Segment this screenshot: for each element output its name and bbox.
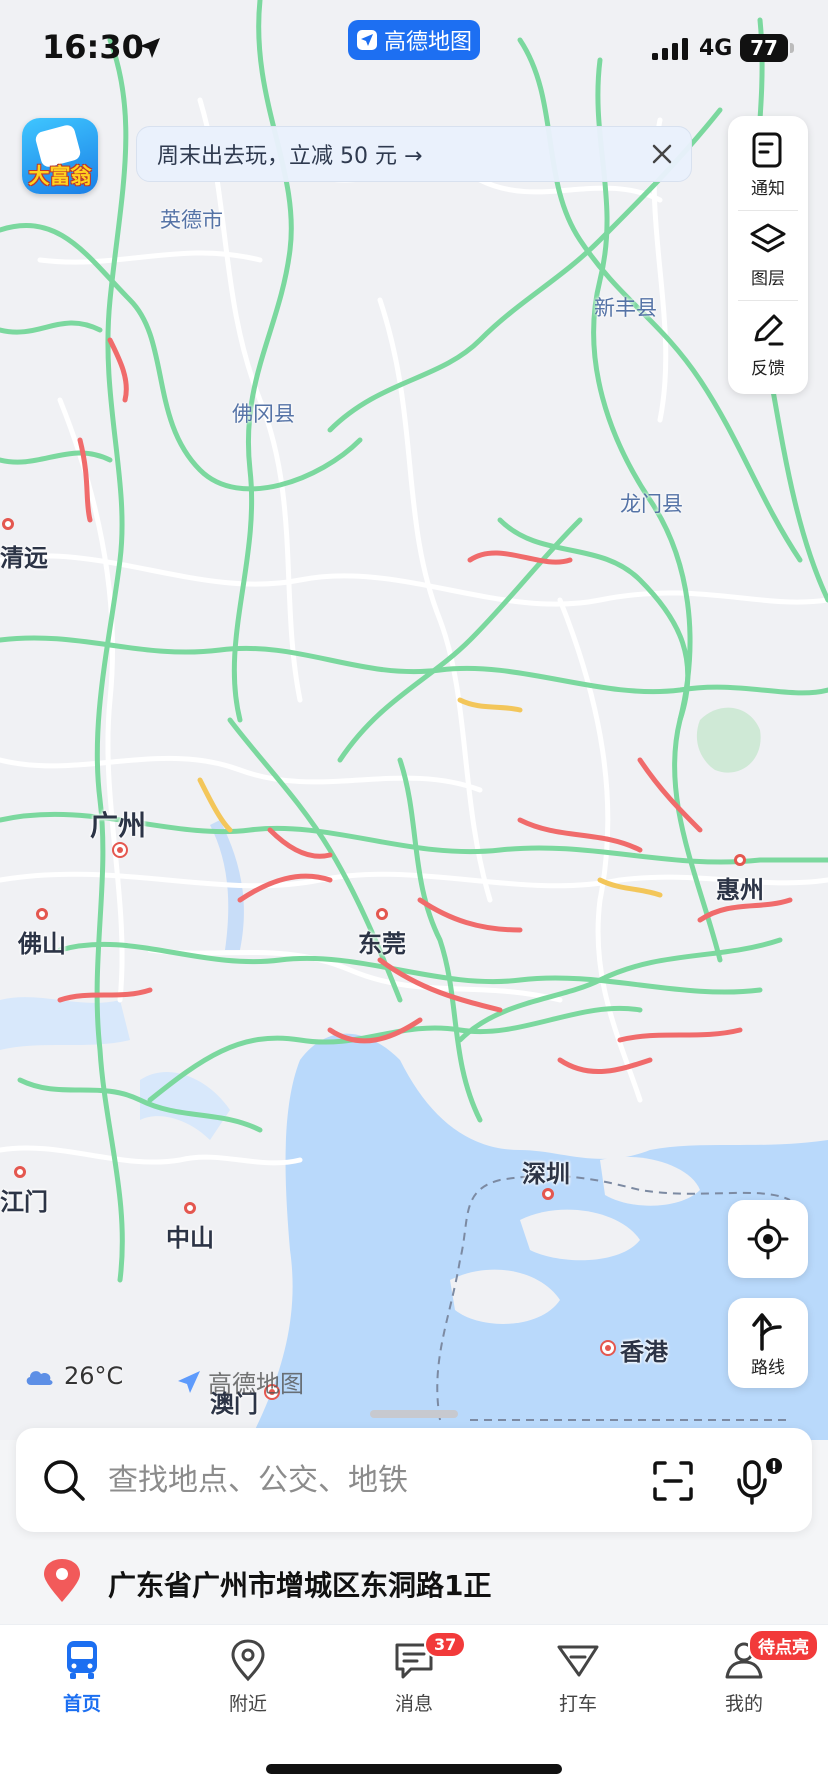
map-dot-qingyuan — [2, 518, 14, 530]
map-label-dongguan[interactable]: 东莞 — [358, 924, 406, 959]
map-label-jiangmen[interactable]: 江门 — [0, 1182, 48, 1217]
tab-nearby-label: 附近 — [228, 1693, 267, 1715]
map-canvas[interactable]: 英德市 新丰县 佛冈县 龙门县 清远 广州 惠州 佛山 东莞 深圳 江门 中山 … — [0, 0, 828, 1440]
current-location-row[interactable]: 广东省广州市增城区东洞路1正 — [0, 1540, 828, 1624]
status-bar: 16:30 高德地图 4G 77 — [0, 0, 828, 100]
map-label-zhongshan[interactable]: 中山 — [166, 1218, 214, 1253]
search-icon — [44, 1460, 85, 1501]
crosshair-icon — [747, 1218, 789, 1260]
cellular-signal-icon — [652, 38, 688, 60]
feedback-label: 反馈 — [751, 358, 785, 379]
home-indicator — [266, 1764, 562, 1774]
map-dot-dongguan — [376, 908, 388, 920]
map-dot-foshan — [36, 908, 48, 920]
amap-watermark: 高德地图 — [176, 1364, 304, 1399]
bus-icon — [67, 1641, 97, 1679]
game-promo-icon[interactable]: 大富翁 — [22, 118, 98, 194]
taxi-icon — [557, 1645, 599, 1677]
amap-logo-icon — [356, 30, 377, 50]
tab-taxi-label: 打车 — [558, 1693, 597, 1715]
app-pill-label: 高德地图 — [383, 30, 472, 55]
map-label-shenzhen[interactable]: 深圳 — [522, 1154, 570, 1189]
layers-label: 图层 — [751, 268, 785, 289]
promo-banner[interactable]: 周末出去玩，立减 50 元 → — [136, 126, 692, 182]
route-button[interactable]: 路线 — [728, 1298, 808, 1388]
map-label-yingde[interactable]: 英德市 — [160, 204, 223, 234]
map-dot-jiangmen — [14, 1166, 26, 1178]
map-label-longmen[interactable]: 龙门县 — [620, 488, 683, 518]
amap-logo-icon — [178, 1370, 200, 1393]
location-arrow-icon — [140, 38, 160, 58]
cloud-icon — [26, 1371, 53, 1385]
locate-me-button[interactable] — [728, 1200, 808, 1278]
profile-badge: 待点亮 — [748, 1629, 819, 1662]
scan-icon[interactable] — [652, 1460, 694, 1502]
map-label-fogang[interactable]: 佛冈县 — [232, 398, 295, 428]
promo-text: 周末出去玩，立减 50 元 → — [157, 144, 423, 169]
map-dot-zhongshan — [184, 1202, 196, 1214]
route-label: 路线 — [751, 1357, 785, 1378]
watermark-text: 高德地图 — [208, 1370, 304, 1398]
battery-level: 77 — [750, 36, 778, 60]
map-dot-guangzhou — [112, 842, 128, 858]
map-label-hongkong[interactable]: 香港 — [620, 1332, 668, 1367]
microphone-icon[interactable] — [734, 1456, 784, 1506]
map-dot-hongkong — [600, 1340, 616, 1356]
drag-handle[interactable] — [370, 1410, 458, 1418]
weather-widget[interactable]: 26°C — [24, 1362, 123, 1390]
layers-button[interactable]: 图层 — [728, 210, 808, 298]
messages-count-badge: 37 — [424, 1631, 467, 1658]
location-pin-icon — [44, 1559, 80, 1602]
map-label-qingyuan[interactable]: 清远 — [0, 538, 48, 573]
tab-messages-label: 消息 — [394, 1693, 433, 1715]
map-label-xinfeng[interactable]: 新丰县 — [594, 292, 657, 322]
tab-taxi[interactable]: 打车 — [518, 1637, 638, 1727]
tab-home[interactable]: 首页 — [22, 1637, 142, 1727]
search-input[interactable] — [108, 1454, 548, 1506]
close-icon[interactable] — [647, 139, 677, 169]
map-label-huizhou[interactable]: 惠州 — [716, 870, 764, 905]
map-tools-panel: 通知 图层 反馈 — [728, 116, 808, 394]
search-card — [16, 1428, 812, 1532]
feedback-button[interactable]: 反馈 — [728, 300, 808, 388]
layers-icon — [750, 223, 786, 252]
notify-button[interactable]: 通知 — [728, 120, 808, 208]
edit-pen-icon — [754, 314, 784, 345]
network-type: 4G — [699, 36, 733, 61]
tab-nearby[interactable]: 附近 — [188, 1637, 308, 1727]
game-icon-label: 大富翁 — [28, 164, 92, 188]
status-time: 16:30 — [42, 28, 144, 66]
app-switch-pill[interactable]: 高德地图 — [348, 20, 480, 60]
weather-temperature: 26°C — [64, 1362, 124, 1390]
map-roads — [0, 0, 828, 1440]
map-dot-shenzhen — [542, 1188, 554, 1200]
map-dot-huizhou — [734, 854, 746, 866]
tab-home-label: 首页 — [62, 1693, 101, 1715]
notify-label: 通知 — [751, 178, 785, 199]
current-address: 广东省广州市增城区东洞路1正 — [108, 1569, 492, 1602]
map-label-foshan[interactable]: 佛山 — [18, 924, 66, 959]
notification-doc-icon — [752, 132, 782, 167]
route-arrow-icon — [752, 1312, 782, 1351]
battery-indicator: 77 — [740, 34, 794, 62]
map-label-guangzhou[interactable]: 广州 — [90, 804, 146, 844]
location-pin-icon — [231, 1639, 265, 1682]
tab-profile-label: 我的 — [724, 1693, 763, 1715]
